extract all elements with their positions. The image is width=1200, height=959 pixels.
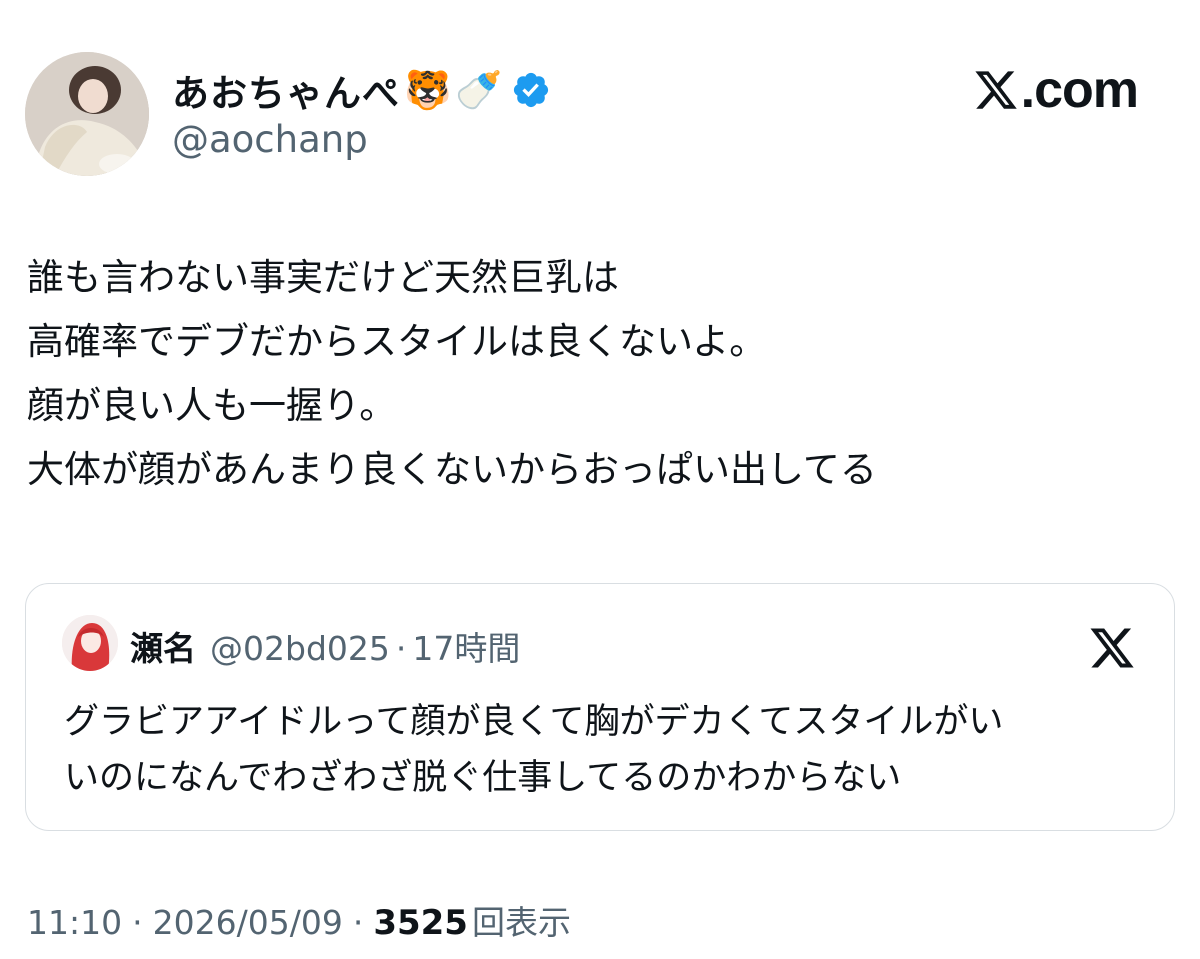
views-count[interactable]: 3525 [373,903,468,943]
tweet-line: 高確率でデブだからスタイルは良くないよ。 [27,320,767,363]
quoted-line: いのになんでわざわざ脱ぐ仕事してるのかわからない [64,758,902,798]
tweet-line: 大体が顔があんまり良くないからおっぱい出してる [27,448,877,491]
quoted-timestamp[interactable]: 17時間 [412,622,520,670]
quoted-avatar-image [62,615,118,671]
quoted-author-handle[interactable]: @02bd025 [210,629,390,668]
quoted-separator: · [395,629,407,668]
tweet-meta: 11:10 · 2026/05/09 · 3525 回表示 [27,896,571,944]
meta-separator: · [352,903,364,942]
tweet-text: 誰も言わない事実だけど天然巨乳は 高確率でデブだからスタイルは良くないよ。 顔が… [27,246,1167,502]
meta-separator: · [132,903,143,942]
tiger-emoji: 🐯 [404,68,452,112]
x-logo-icon [975,71,1017,109]
quoted-header: 瀬名 @02bd025 · 17時間 [130,622,520,670]
author-name-text: あおちゃんぺ [172,72,400,115]
quoted-author-name[interactable]: 瀬名 [130,622,196,670]
tweet-line: 誰も言わない事実だけど天然巨乳は [27,256,619,299]
baby-bottle-emoji: 🍼 [455,68,503,112]
tweet-time[interactable]: 11:10 [27,903,122,942]
brand-domain-text: .com [1020,61,1139,119]
views-label: 回表示 [471,903,571,942]
avatar-photo [25,52,149,176]
verified-badge-icon [513,72,548,108]
x-logo-icon [1090,628,1134,668]
quoted-author-avatar [62,615,118,671]
tweet-date[interactable]: 2026/05/09 [153,903,343,942]
author-handle[interactable]: @aochanp [172,118,368,161]
quoted-tweet-text: グラビアアイドルって顔が良くて胸がデカくてスタイルがい いのになんでわざわざ脱ぐ… [64,694,1144,806]
tweet-line: 顔が良い人も一握り。 [27,384,397,427]
quoted-line: グラビアアイドルって顔が良くて胸がデカくてスタイルがい [64,702,1004,742]
x-com-brand: .com [973,60,1139,120]
tweet-screenshot: あおちゃんぺ 🐯 🍼 @aochanp .com 誰も言わない事実だけど天然巨乳… [0,0,1200,959]
quoted-tweet-card[interactable]: 瀬名 @02bd025 · 17時間 グラビアアイドルって顔が良くて胸がデカくて… [25,583,1175,831]
author-display-name[interactable]: あおちゃんぺ 🐯 🍼 [172,64,551,116]
author-avatar[interactable] [25,52,149,176]
